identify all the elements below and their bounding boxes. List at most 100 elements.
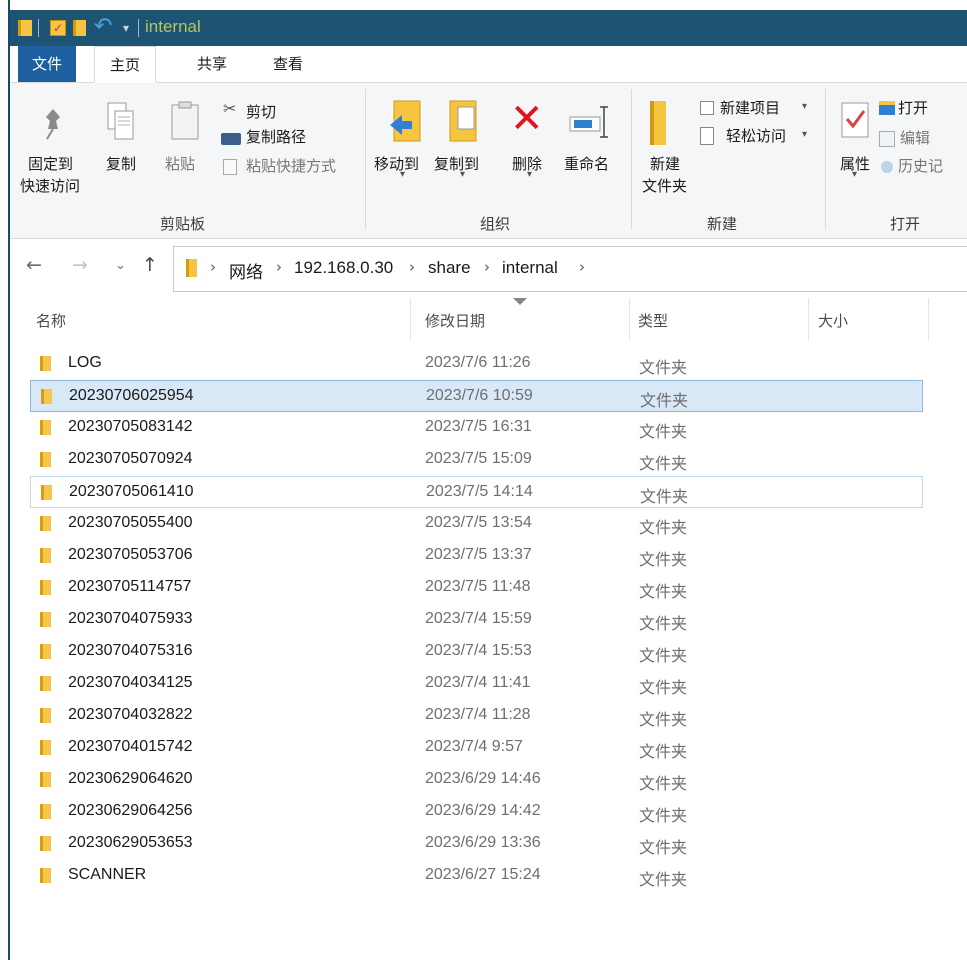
properties-quick-icon[interactable]: ✓ <box>50 20 66 36</box>
breadcrumb-network[interactable]: 网络 <box>229 258 263 283</box>
file-type: 文件夹 <box>639 614 688 633</box>
list-item[interactable]: 20230705114757 2023/7/5 11:48 文件夹 <box>30 572 923 604</box>
file-name: 20230629064256 <box>68 802 193 819</box>
delete-x-icon: ✕ <box>510 96 544 142</box>
new-folder-label-line2: 文件夹 <box>642 177 688 195</box>
tab-file[interactable]: 文件 <box>18 46 76 82</box>
breadcrumb-share[interactable]: share <box>428 258 471 278</box>
file-name: 20230705083142 <box>68 418 193 435</box>
column-header-size[interactable]: 大小 <box>818 310 848 331</box>
breadcrumb-chevron-icon[interactable]: › <box>484 258 490 276</box>
file-name: 20230629064620 <box>68 770 193 787</box>
file-type: 文件夹 <box>639 838 688 857</box>
file-name: 20230629053653 <box>68 834 193 851</box>
column-header-name[interactable]: 名称 <box>36 310 66 331</box>
copy-to-icon <box>449 100 477 142</box>
list-item[interactable]: 20230704034125 2023/7/4 11:41 文件夹 <box>30 668 923 700</box>
list-item[interactable]: 20230629053653 2023/6/29 13:36 文件夹 <box>30 828 923 860</box>
move-to-icon <box>390 100 421 142</box>
ribbon-separator <box>631 89 632 229</box>
file-type: 文件夹 <box>639 550 688 569</box>
new-folder-quick-icon[interactable] <box>73 20 86 36</box>
list-item[interactable]: 20230629064620 2023/6/29 14:46 文件夹 <box>30 764 923 796</box>
scissors-icon: ✂ <box>223 99 237 118</box>
easy-access-dropdown-icon: ▾ <box>802 129 808 140</box>
column-header-date[interactable]: 修改日期 <box>425 310 485 331</box>
file-type: 文件夹 <box>639 710 688 729</box>
tab-share[interactable]: 共享 <box>182 46 242 82</box>
back-arrow-icon[interactable]: ← <box>26 254 42 276</box>
file-type: 文件夹 <box>639 422 688 441</box>
file-name: 20230704015742 <box>68 738 193 755</box>
address-bar[interactable]: › 网络 › 192.168.0.30 › share › internal › <box>173 246 967 292</box>
list-item[interactable]: 20230704032822 2023/7/4 11:28 文件夹 <box>30 700 923 732</box>
file-date: 2023/7/5 16:31 <box>425 418 532 435</box>
breadcrumb-chevron-icon[interactable]: › <box>210 258 216 276</box>
file-name: 20230704032822 <box>68 706 193 723</box>
column-divider[interactable] <box>808 298 809 340</box>
breadcrumb-host[interactable]: 192.168.0.30 <box>294 258 393 278</box>
file-date: 2023/6/29 14:46 <box>425 770 541 787</box>
breadcrumb-chevron-icon[interactable]: › <box>579 258 585 276</box>
recent-locations-chevron-icon[interactable]: ⌄ <box>115 258 126 273</box>
group-label-organize: 组织 <box>480 215 511 233</box>
breadcrumb-internal[interactable]: internal <box>502 258 558 278</box>
window-left-edge <box>0 0 10 960</box>
breadcrumb-chevron-icon[interactable]: › <box>276 258 282 276</box>
navigation-bar: ← → ⌄ ↑ › 网络 › 192.168.0.30 › share › in… <box>10 240 967 296</box>
copy-path-icon <box>221 133 241 145</box>
properties-icon <box>841 102 869 138</box>
list-item[interactable]: 20230704075316 2023/7/4 15:53 文件夹 <box>30 636 923 668</box>
file-type: 文件夹 <box>639 806 688 825</box>
file-name: 20230705053706 <box>68 546 193 563</box>
list-item[interactable]: 20230705061410 2023/7/5 14:14 文件夹 <box>30 476 923 508</box>
file-name: 20230705055400 <box>68 514 193 531</box>
list-item[interactable]: 20230706025954 2023/7/6 10:59 文件夹 <box>30 380 923 412</box>
copy-to-dropdown-icon: ▾ <box>460 169 466 180</box>
file-type: 文件夹 <box>639 646 688 665</box>
folder-icon <box>40 676 51 691</box>
file-type: 文件夹 <box>640 391 689 410</box>
paste-label: 粘贴 <box>165 155 196 173</box>
forward-arrow-icon[interactable]: → <box>72 254 88 276</box>
undo-icon[interactable]: ↶ <box>94 14 112 40</box>
group-label-open: 打开 <box>890 215 921 233</box>
column-divider[interactable] <box>928 298 929 340</box>
list-item[interactable]: 20230705083142 2023/7/5 16:31 文件夹 <box>30 412 923 444</box>
file-date: 2023/7/5 14:14 <box>426 483 533 500</box>
tab-home[interactable]: 主页 <box>94 46 156 83</box>
list-item[interactable]: 20230705070924 2023/7/5 15:09 文件夹 <box>30 444 923 476</box>
list-item[interactable]: LOG 2023/7/6 11:26 文件夹 <box>30 348 923 380</box>
copy-to-label: 复制到 <box>434 155 480 173</box>
title-separator <box>138 19 139 37</box>
column-divider[interactable] <box>629 298 630 340</box>
up-arrow-icon[interactable]: ↑ <box>142 254 158 276</box>
pin-icon <box>46 109 60 140</box>
file-type: 文件夹 <box>639 678 688 697</box>
breadcrumb-chevron-icon[interactable]: › <box>409 258 415 276</box>
delete-dropdown-icon: ▾ <box>527 169 533 180</box>
column-header-type[interactable]: 类型 <box>638 310 668 331</box>
list-item[interactable]: 20230704075933 2023/7/4 15:59 文件夹 <box>30 604 923 636</box>
window-title: internal <box>145 17 201 36</box>
folder-icon <box>40 580 51 595</box>
file-date: 2023/7/5 11:48 <box>425 578 531 595</box>
file-date: 2023/7/5 13:37 <box>425 546 532 563</box>
list-item[interactable]: SCANNER 2023/6/27 15:24 文件夹 <box>30 860 923 892</box>
list-item[interactable]: 20230705055400 2023/7/5 13:54 文件夹 <box>30 508 923 540</box>
file-date: 2023/7/6 10:59 <box>426 387 533 404</box>
tab-view[interactable]: 查看 <box>258 46 318 82</box>
column-divider[interactable] <box>410 298 411 340</box>
list-item[interactable]: 20230704015742 2023/7/4 9:57 文件夹 <box>30 732 923 764</box>
folder-icon <box>40 804 51 819</box>
folder-icon <box>18 20 32 36</box>
list-item[interactable]: 20230629064256 2023/6/29 14:42 文件夹 <box>30 796 923 828</box>
file-name: SCANNER <box>68 866 147 883</box>
group-label-clipboard: 剪贴板 <box>160 215 206 233</box>
quick-access-dropdown-icon[interactable]: ▾ <box>123 21 129 35</box>
list-item[interactable]: 20230705053706 2023/7/5 13:37 文件夹 <box>30 540 923 572</box>
history-icon <box>881 161 893 173</box>
copy-path-label: 复制路径 <box>246 128 307 146</box>
file-type: 文件夹 <box>639 358 688 377</box>
ribbon-tabs: 文件 主页 共享 查看 <box>10 46 967 83</box>
